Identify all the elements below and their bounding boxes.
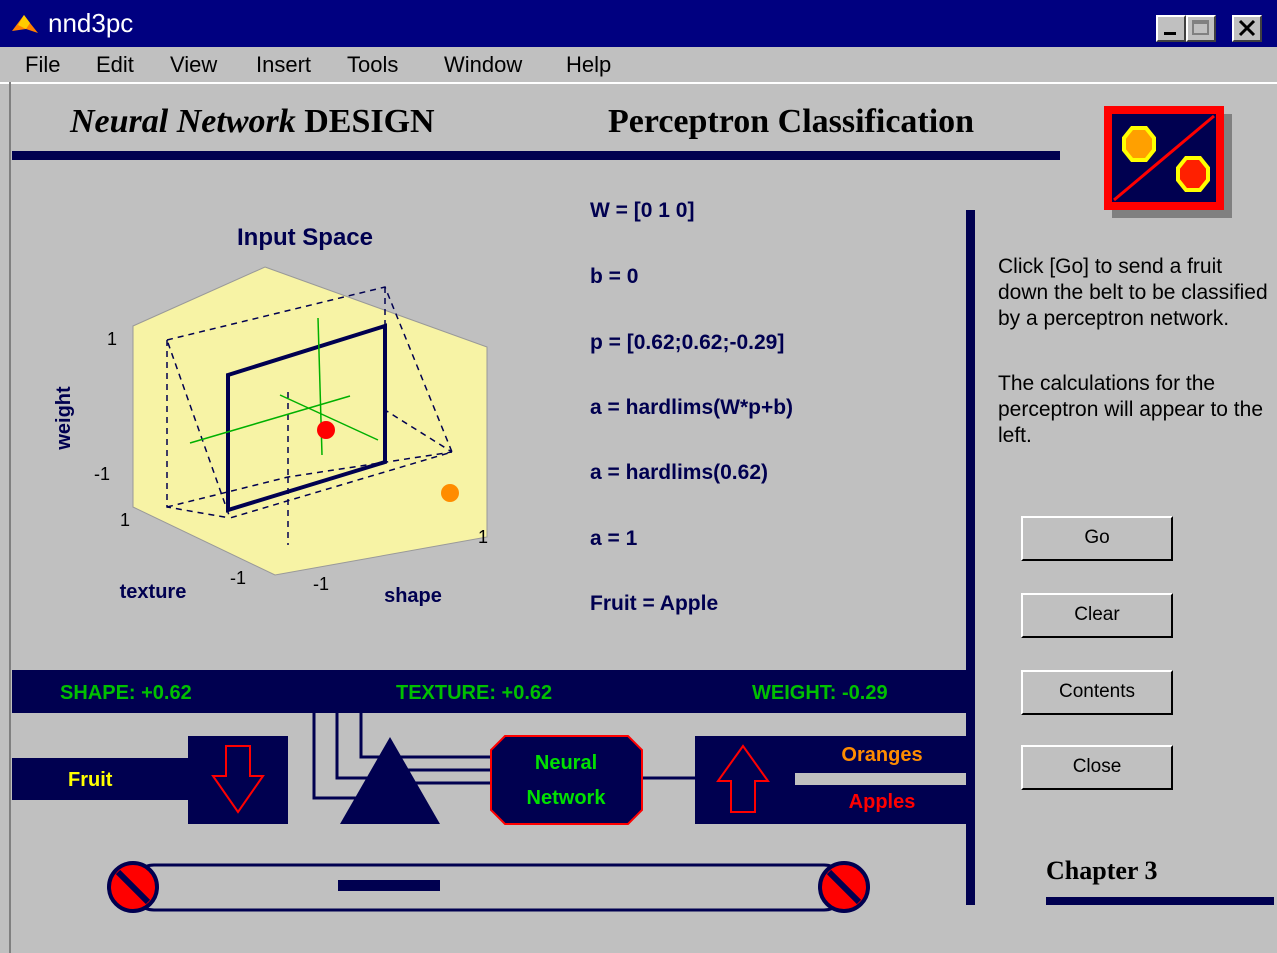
tick-texture-near: 1 <box>120 510 130 530</box>
texture-reading: TEXTURE: +0.62 <box>396 682 552 704</box>
fruit-input-bar <box>12 758 188 800</box>
plot-box-background <box>132 266 488 576</box>
menu-edit[interactable]: Edit <box>96 51 134 79</box>
fruit-label: Fruit <box>68 769 113 791</box>
classification-logo-icon <box>1104 106 1232 218</box>
ylabel: shape <box>384 585 442 607</box>
up-arrow-icon <box>716 744 770 813</box>
chapter-rule <box>1046 897 1274 905</box>
contents-button[interactable]: Contents <box>1021 670 1173 715</box>
weight-matrix-text: W = [0 1 0] <box>590 199 695 222</box>
weight-reading: WEIGHT: -0.29 <box>752 682 888 704</box>
plot-title: Input Space <box>237 224 373 251</box>
maximize-button[interactable] <box>1186 15 1216 42</box>
xlabel: texture <box>120 581 187 603</box>
apples-bin <box>795 785 970 824</box>
oranges-label: Oranges <box>841 744 922 766</box>
zlabel: weight <box>53 386 75 451</box>
oranges-bin <box>795 736 970 773</box>
instructions-go: Click [Go] to send a fruit down the belt… <box>998 255 1268 330</box>
close-window-button[interactable] <box>1232 15 1262 42</box>
header-rule <box>12 151 1060 160</box>
clear-button[interactable]: Clear <box>1021 593 1173 638</box>
sensor-wires <box>312 713 695 800</box>
neural-network-box <box>490 735 643 825</box>
down-arrow-icon <box>211 745 265 814</box>
left-roller-icon <box>107 861 159 913</box>
chapter-label: Chapter 3 <box>1046 856 1158 885</box>
sensor-triangle <box>340 737 440 824</box>
apples-label: Apples <box>849 791 916 813</box>
demo-title: Perceptron Classification <box>608 103 975 140</box>
bias-text: b = 0 <box>590 265 639 288</box>
fruit-result-text: Fruit = Apple <box>590 592 719 615</box>
shape-reading: SHAPE: +0.62 <box>60 682 192 704</box>
instructions-calc: The calculations for the perceptron will… <box>998 372 1263 447</box>
current-fruit-point <box>317 421 335 439</box>
menu-insert[interactable]: Insert <box>256 51 311 79</box>
frame-edge <box>9 82 11 953</box>
go-button[interactable]: Go <box>1021 516 1173 561</box>
sorter-box <box>695 736 795 824</box>
menu-bar: File Edit View Insert Tools Window Help <box>0 47 1277 84</box>
menu-view[interactable]: View <box>170 51 217 79</box>
menu-help[interactable]: Help <box>566 51 611 79</box>
right-roller-icon <box>818 861 870 913</box>
vertical-divider <box>966 210 975 905</box>
tick-texture-far: -1 <box>230 568 246 588</box>
formula-text: a = hardlims(W*p+b) <box>590 396 794 419</box>
tick-z-top: 1 <box>107 329 117 349</box>
brand-plain: DESIGN <box>304 103 435 140</box>
prototype-point <box>441 484 459 502</box>
input-vector-text: p = [0.62;0.62;-0.29] <box>590 331 785 354</box>
formula-evaluated-text: a = hardlims(0.62) <box>590 461 768 484</box>
sensor-bar <box>12 670 970 713</box>
maximize-icon <box>1192 20 1209 35</box>
title-bar <box>0 0 1277 47</box>
output-text: a = 1 <box>590 527 638 550</box>
menu-tools[interactable]: Tools <box>347 51 398 79</box>
belt-item <box>338 880 440 891</box>
conveyor-belt <box>130 863 848 912</box>
tick-shape-far: 1 <box>478 527 488 547</box>
nn-label-line1: Neural <box>535 752 597 774</box>
nn-label-line2: Network <box>527 787 607 809</box>
brand-title: Neural Network DESIGN <box>70 102 435 142</box>
tick-shape-near: -1 <box>313 574 329 594</box>
close-icon <box>1238 19 1256 37</box>
input-space-plot: Input Space weight texture shape 1 -1 1 … <box>53 224 488 607</box>
drop-chute <box>188 736 288 824</box>
minimize-icon <box>1164 32 1176 35</box>
tick-z-bottom: -1 <box>94 464 110 484</box>
menu-file[interactable]: File <box>25 51 60 79</box>
menu-window[interactable]: Window <box>444 51 522 79</box>
close-button[interactable]: Close <box>1021 745 1173 790</box>
brand-italic: Neural Network <box>70 103 296 140</box>
matlab-icon <box>12 15 38 33</box>
window-title: nnd3pc <box>48 8 134 38</box>
minimize-button[interactable] <box>1156 15 1186 42</box>
